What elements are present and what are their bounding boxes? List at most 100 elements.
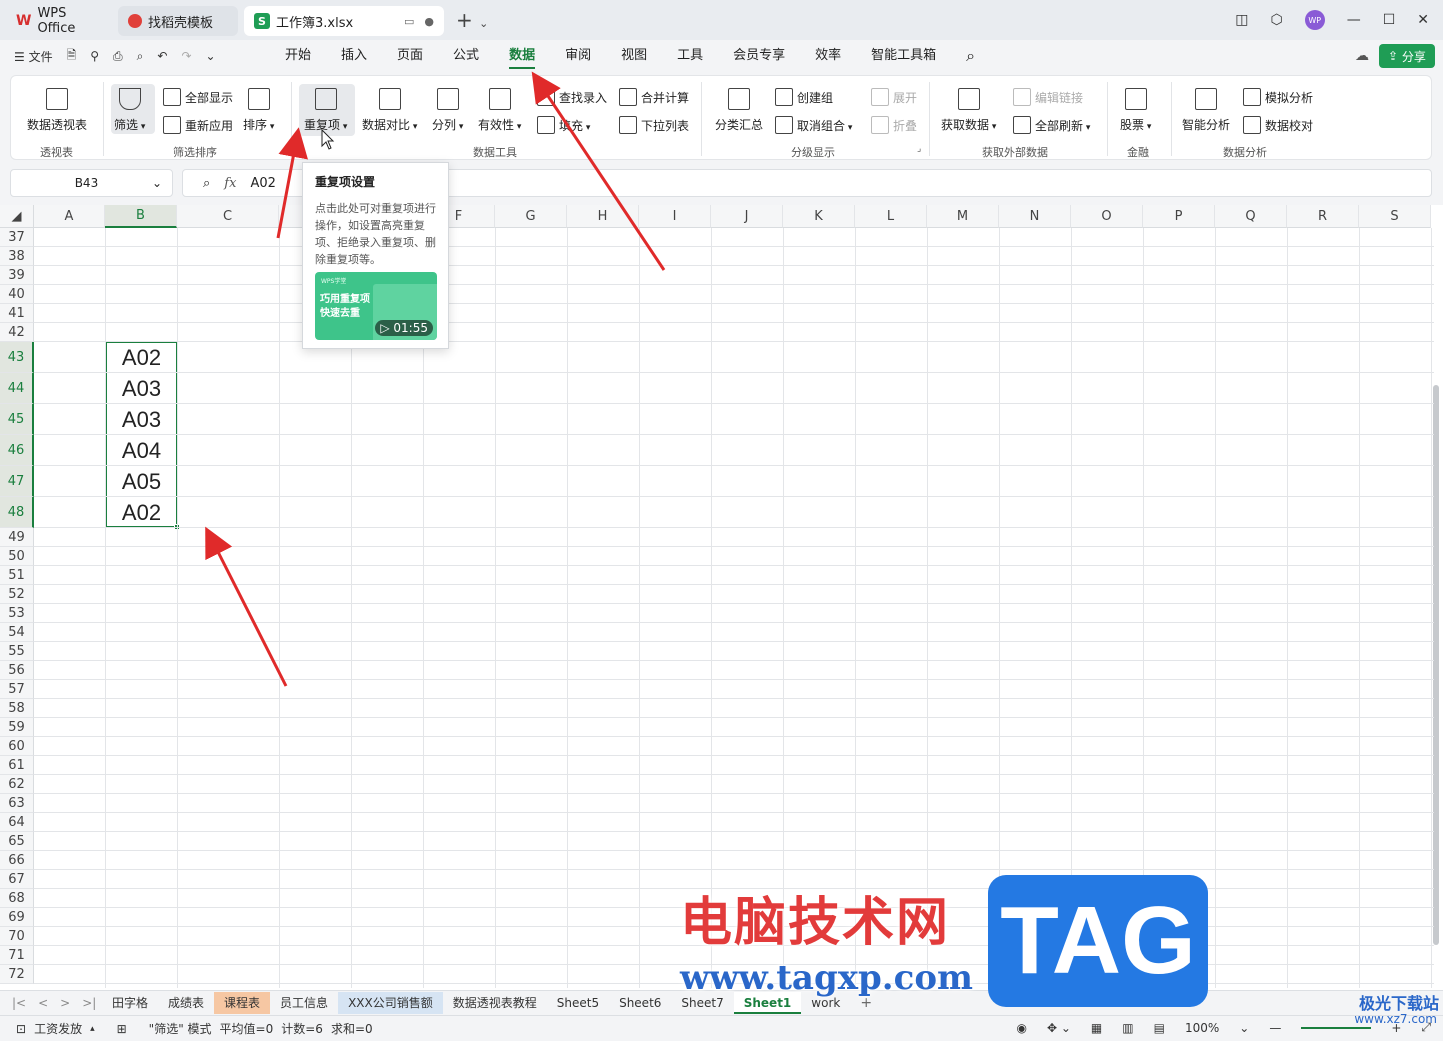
zoom-out-icon[interactable]: — — [1269, 1021, 1281, 1035]
row-header-45[interactable]: 45 — [0, 404, 34, 435]
row-header-58[interactable]: 58 — [0, 699, 34, 718]
normal-view-icon[interactable]: ▦ — [1091, 1021, 1102, 1035]
prev-sheet-icon[interactable]: < — [38, 996, 48, 1010]
chevron-down-icon[interactable]: ⌄ — [152, 176, 162, 190]
cell-b48[interactable]: A02 — [106, 497, 177, 528]
zoom-search-icon[interactable]: ⌕ — [203, 176, 210, 191]
undo-icon[interactable]: ↶ — [157, 49, 167, 63]
cell-b46[interactable]: A04 — [106, 435, 177, 466]
menu-home[interactable]: 开始 — [270, 40, 326, 72]
menu-smart-toolbox[interactable]: 智能工具箱 — [856, 40, 951, 72]
sheet-tab[interactable]: 数据透视表教程 — [443, 992, 547, 1014]
row-header-40[interactable]: 40 — [0, 285, 34, 304]
row-header-51[interactable]: 51 — [0, 566, 34, 585]
layout-icon[interactable]: ◫ — [1235, 12, 1248, 28]
column-header-a[interactable]: A — [34, 205, 105, 228]
hamburger-icon[interactable]: ☰ 文件 — [14, 48, 53, 65]
tutorial-video-thumbnail[interactable]: WPS学堂 巧用重复项 快速去重 ▷ 01:55 — [315, 272, 437, 340]
fx-icon[interactable]: fx — [224, 176, 236, 191]
dropdown-list-button[interactable]: 下拉列表 — [619, 116, 689, 134]
zoom-level[interactable]: 100% — [1185, 1021, 1219, 1035]
row-header-61[interactable]: 61 — [0, 756, 34, 775]
vertical-scrollbar[interactable] — [1433, 385, 1439, 945]
page-break-icon[interactable]: ▤ — [1154, 1021, 1165, 1035]
row-header-48[interactable]: 48 — [0, 497, 34, 528]
menu-data[interactable]: 数据 — [494, 40, 550, 72]
formula-input[interactable]: A02 — [250, 176, 275, 191]
cell-b47[interactable]: A05 — [106, 466, 177, 497]
row-header-64[interactable]: 64 — [0, 813, 34, 832]
column-header-j[interactable]: J — [711, 205, 783, 228]
sheet-tab[interactable]: 成绩表 — [158, 992, 214, 1014]
duplicate-button[interactable]: 重复项 — [304, 88, 347, 133]
search-icon[interactable]: ⌕ — [951, 40, 990, 72]
cell-b43[interactable]: A02 — [106, 342, 177, 373]
column-header-i[interactable]: I — [639, 205, 711, 228]
zoom-dropdown-icon[interactable]: ⌄ — [1239, 1021, 1249, 1035]
row-header-68[interactable]: 68 — [0, 889, 34, 908]
preview-icon[interactable]: ⌕ — [137, 49, 144, 64]
row-header-67[interactable]: 67 — [0, 870, 34, 889]
lookup-entry-button[interactable]: 查找录入 — [537, 88, 607, 106]
tab-wps-office[interactable]: W WPS Office — [6, 6, 114, 36]
dialog-launcher-icon[interactable]: ⌟ — [917, 144, 921, 154]
row-header-52[interactable]: 52 — [0, 585, 34, 604]
zoom-slider[interactable] — [1301, 1026, 1372, 1029]
file-menu[interactable]: 文件 — [29, 50, 53, 64]
close-button[interactable]: ✕ — [1417, 12, 1429, 28]
minimize-button[interactable]: — — [1347, 12, 1361, 28]
row-header-65[interactable]: 65 — [0, 832, 34, 851]
row-header-42[interactable]: 42 — [0, 323, 34, 342]
show-all-button[interactable]: 全部显示 — [163, 88, 233, 106]
new-tab-button[interactable]: + ⌄ — [456, 8, 488, 32]
column-header-g[interactable]: G — [495, 205, 567, 228]
cloud-icon[interactable]: ☁ — [1355, 48, 1369, 64]
menu-page[interactable]: 页面 — [382, 40, 438, 72]
row-header-44[interactable]: 44 — [0, 373, 34, 404]
cell-b44[interactable]: A03 — [106, 373, 177, 404]
fill-button[interactable]: 填充 — [537, 116, 590, 134]
create-group-button[interactable]: 创建组 — [775, 88, 833, 106]
sheet-tab[interactable]: Sheet5 — [547, 992, 609, 1014]
row-header-60[interactable]: 60 — [0, 737, 34, 756]
row-header-53[interactable]: 53 — [0, 604, 34, 623]
sheet-tab[interactable]: 课程表 — [214, 992, 271, 1014]
row-header-62[interactable]: 62 — [0, 775, 34, 794]
row-header-47[interactable]: 47 — [0, 466, 34, 497]
spreadsheet-grid[interactable]: ◢ ABCDEFGHIJKLMNOPQRS37383940414243A0244… — [0, 205, 1443, 990]
column-header-l[interactable]: L — [855, 205, 927, 228]
menu-review[interactable]: 审阅 — [550, 40, 606, 72]
column-header-b[interactable]: B — [105, 205, 177, 228]
row-header-70[interactable]: 70 — [0, 927, 34, 946]
menu-tools[interactable]: 工具 — [662, 40, 718, 72]
column-header-s[interactable]: S — [1359, 205, 1431, 228]
column-header-h[interactable]: H — [567, 205, 639, 228]
column-header-q[interactable]: Q — [1215, 205, 1287, 228]
row-header-50[interactable]: 50 — [0, 547, 34, 566]
column-header-p[interactable]: P — [1143, 205, 1215, 228]
row-header-46[interactable]: 46 — [0, 435, 34, 466]
row-header-39[interactable]: 39 — [0, 266, 34, 285]
validity-button[interactable]: 有效性 — [478, 88, 521, 133]
row-header-72[interactable]: 72 — [0, 965, 34, 984]
menu-efficiency[interactable]: 效率 — [800, 40, 856, 72]
merge-calc-button[interactable]: 合并计算 — [619, 88, 689, 106]
sort-button[interactable]: 排序 — [243, 88, 274, 133]
what-if-button[interactable]: 模拟分析 — [1243, 88, 1313, 106]
sheet-tab[interactable]: 田字格 — [102, 992, 158, 1014]
row-header-54[interactable]: 54 — [0, 623, 34, 642]
row-header-71[interactable]: 71 — [0, 946, 34, 965]
redo-icon[interactable]: ↷ — [181, 49, 191, 63]
sheet-tab[interactable]: XXX公司销售额 — [338, 992, 443, 1014]
column-header-r[interactable]: R — [1287, 205, 1359, 228]
sheet-tab[interactable]: Sheet6 — [609, 992, 671, 1014]
unsaved-dot-icon[interactable]: ● — [424, 15, 434, 28]
share-button[interactable]: ⇪ 分享 — [1379, 44, 1435, 68]
tab-template[interactable]: 找稻壳模板 — [118, 6, 238, 36]
column-header-k[interactable]: K — [783, 205, 855, 228]
row-header-55[interactable]: 55 — [0, 642, 34, 661]
menu-insert[interactable]: 插入 — [326, 40, 382, 72]
page-view-icon[interactable]: ▥ — [1122, 1021, 1133, 1035]
column-header-m[interactable]: M — [927, 205, 999, 228]
filter-button[interactable]: 筛选 — [114, 88, 145, 133]
